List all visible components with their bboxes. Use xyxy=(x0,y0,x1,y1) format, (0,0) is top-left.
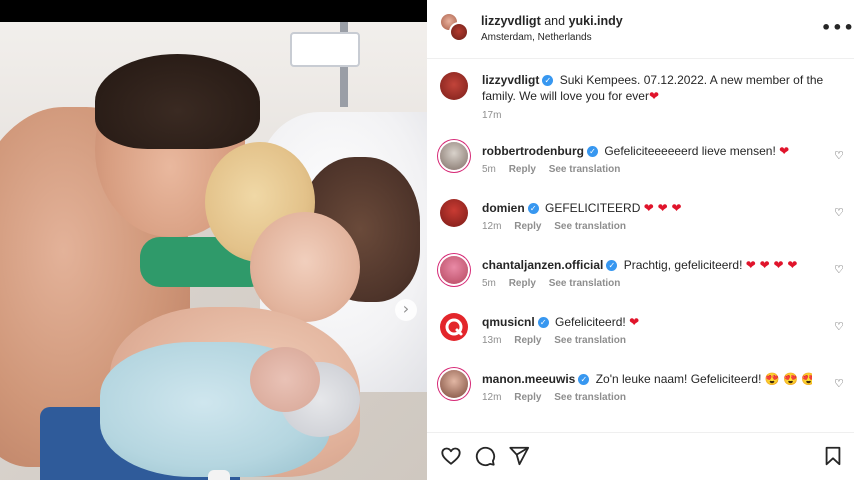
photo-detail xyxy=(250,212,360,322)
location-link[interactable]: Amsterdam, Netherlands xyxy=(481,32,592,43)
avatar[interactable] xyxy=(440,256,468,284)
heart-emoji: ❤ xyxy=(629,315,640,329)
verified-icon: ✓ xyxy=(542,75,554,87)
comment-text: manon.meeuwis ✓ Zo'n leuke naam! Gefelici… xyxy=(482,371,812,387)
timestamp[interactable]: 12m xyxy=(482,392,501,403)
avatar[interactable] xyxy=(440,313,468,341)
avatar[interactable] xyxy=(440,72,468,100)
more-options-button[interactable]: ••• xyxy=(821,18,854,37)
avatar[interactable] xyxy=(440,199,468,227)
bookmark-icon[interactable] xyxy=(822,445,844,467)
heart-emoji: ❤ xyxy=(779,144,790,158)
next-image-button[interactable]: › xyxy=(395,299,417,321)
heart-emoji: ❤ ❤ ❤ xyxy=(643,201,682,215)
author-link[interactable]: yuki.indy xyxy=(569,14,623,28)
author-link[interactable]: lizzyvdligt xyxy=(481,14,541,28)
post-header: lizzyvdligt and yuki.indy Amsterdam, Net… xyxy=(427,0,854,59)
comment-text: robbertrodenburg ✓ Gefeliciteeeeeerd liev… xyxy=(482,143,812,159)
like-comment-icon[interactable]: ♡ xyxy=(834,263,844,276)
reply-button[interactable]: Reply xyxy=(509,164,536,175)
see-translation-button[interactable]: See translation xyxy=(554,221,626,232)
timestamp[interactable]: 17m xyxy=(482,110,501,121)
instagram-post-modal: › lizzyvdligt and yuki.indy Amsterdam, N… xyxy=(0,0,854,480)
comment-item: manon.meeuwis ✓ Zo'n leuke naam! Gefelici… xyxy=(440,368,854,418)
share-icon[interactable] xyxy=(508,445,530,467)
comment-meta: 5m Reply See translation xyxy=(482,278,630,289)
caption-text: lizzyvdligt ✓ Suki Kempees. 07.12.2022. A… xyxy=(482,72,832,104)
heart-emoji: ❤ xyxy=(648,89,660,103)
username-link[interactable]: lizzyvdligt xyxy=(482,73,539,87)
reply-button[interactable]: Reply xyxy=(514,221,541,232)
photo-detail xyxy=(208,470,230,480)
comments-list[interactable]: lizzyvdligt ✓ Suki Kempees. 07.12.2022. A… xyxy=(427,60,854,432)
avatar[interactable] xyxy=(440,370,468,398)
post-authors: lizzyvdligt and yuki.indy xyxy=(481,14,623,28)
timestamp[interactable]: 5m xyxy=(482,164,496,175)
see-translation-button[interactable]: See translation xyxy=(554,335,626,346)
comment-item: domien ✓ GEFELICITEERD ❤ ❤ ❤ 12m Reply Se… xyxy=(440,197,854,247)
username-link[interactable]: qmusicnl xyxy=(482,315,535,329)
verified-icon: ✓ xyxy=(537,317,549,329)
timestamp[interactable]: 13m xyxy=(482,335,501,346)
username-link[interactable]: domien xyxy=(482,201,525,215)
comment-meta: 13m Reply See translation xyxy=(482,335,636,346)
like-comment-icon[interactable]: ♡ xyxy=(834,206,844,219)
like-comment-icon[interactable]: ♡ xyxy=(834,320,844,333)
reply-button[interactable]: Reply xyxy=(509,278,536,289)
verified-icon: ✓ xyxy=(578,374,590,386)
comment-meta: 5m Reply See translation xyxy=(482,164,630,175)
comment-body: Prachtig, gefeliciteerd! xyxy=(623,258,743,272)
comment-text: qmusicnl ✓ Gefeliciteerd! ❤ xyxy=(482,314,812,330)
collab-avatars[interactable] xyxy=(439,12,471,44)
avatar[interactable] xyxy=(440,142,468,170)
comment-meta: 12m Reply See translation xyxy=(482,221,636,232)
timestamp[interactable]: 5m xyxy=(482,278,496,289)
photo-detail xyxy=(95,54,260,149)
comment-meta: 12m Reply See translation xyxy=(482,392,636,403)
see-translation-button[interactable]: See translation xyxy=(549,164,621,175)
see-translation-button[interactable]: See translation xyxy=(554,392,626,403)
comment-body: Gefeliciteerd! xyxy=(555,315,626,329)
verified-icon: ✓ xyxy=(587,146,598,158)
username-link[interactable]: robbertrodenburg xyxy=(482,144,584,158)
comment-item: chantaljanzen.official ✓ Prachtig, gefeli… xyxy=(440,254,854,304)
comment-body: Zo'n leuke naam! Gefeliciteerd! xyxy=(595,372,762,386)
comment-item: qmusicnl ✓ Gefeliciteerd! ❤ 13m Reply See… xyxy=(440,311,854,361)
heart-emoji: ❤ ❤ ❤ ❤ xyxy=(745,258,798,272)
comment-icon[interactable] xyxy=(474,445,496,467)
post-actions-bar xyxy=(427,432,854,480)
and-text: and xyxy=(544,14,566,28)
photo-detail xyxy=(290,32,360,67)
heart-eyes-emoji: 😍 😍 😍 xyxy=(764,372,812,386)
see-translation-button[interactable]: See translation xyxy=(549,278,621,289)
comment-text: domien ✓ GEFELICITEERD ❤ ❤ ❤ xyxy=(482,200,812,216)
post-photo[interactable]: › xyxy=(0,22,427,480)
comment-item: robbertrodenburg ✓ Gefeliciteeeeeerd liev… xyxy=(440,140,854,190)
timestamp[interactable]: 12m xyxy=(482,221,501,232)
photo-detail xyxy=(250,347,320,412)
qmusic-logo-icon xyxy=(445,318,463,336)
comment-body: GEFELICITEERD xyxy=(545,201,641,215)
avatar[interactable] xyxy=(449,22,469,42)
post-sidebar: lizzyvdligt and yuki.indy Amsterdam, Net… xyxy=(427,0,854,480)
comment-body: Gefeliciteeeeeerd lieve mensen! xyxy=(604,144,776,158)
verified-icon: ✓ xyxy=(527,203,539,215)
username-link[interactable]: chantaljanzen.official xyxy=(482,258,603,272)
reply-button[interactable]: Reply xyxy=(514,335,541,346)
like-comment-icon[interactable]: ♡ xyxy=(834,377,844,390)
comment-text: chantaljanzen.official ✓ Prachtig, gefeli… xyxy=(482,257,812,273)
like-comment-icon[interactable]: ♡ xyxy=(834,149,844,162)
reply-button[interactable]: Reply xyxy=(514,392,541,403)
verified-icon: ✓ xyxy=(606,260,618,272)
username-link[interactable]: manon.meeuwis xyxy=(482,372,575,386)
heart-icon[interactable] xyxy=(440,445,462,467)
